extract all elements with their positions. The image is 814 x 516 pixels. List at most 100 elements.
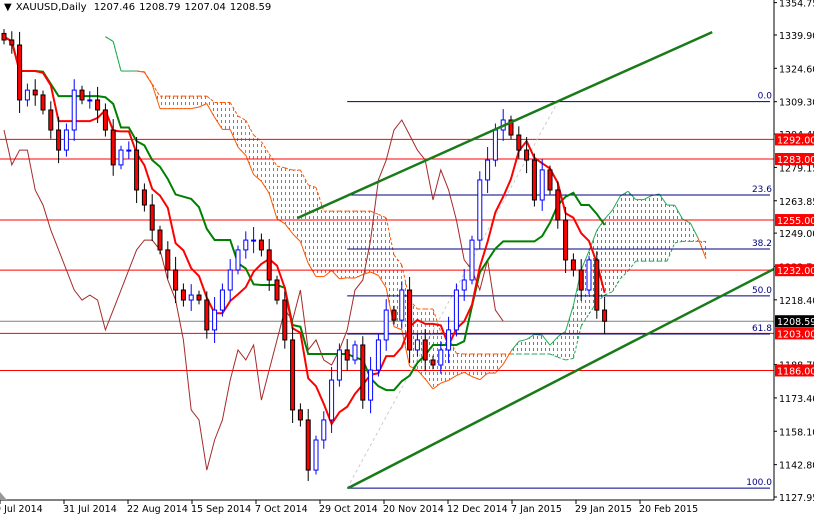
bearish-candle (274, 279, 280, 301)
bearish-candle (524, 149, 530, 161)
cloud-segment (456, 353, 465, 376)
bearish-candle (430, 359, 436, 366)
bullish-candle (329, 379, 335, 421)
bearish-candle (258, 239, 264, 251)
bullish-candle (219, 289, 225, 311)
bearish-candle (110, 129, 116, 166)
close-value: 1208.59 (229, 2, 272, 13)
cloud-segment (651, 193, 660, 262)
bearish-candle (407, 289, 413, 351)
bullish-candle (336, 349, 342, 381)
price-tick-label: 1218.40 (779, 296, 814, 307)
level-price-tag: 1186.00 (777, 366, 814, 377)
bearish-candle (578, 269, 584, 291)
date-tick-label: 20 Feb 2015 (639, 504, 698, 515)
bearish-candle (266, 249, 272, 281)
price-tick-label: 1127.95 (779, 493, 814, 504)
level-price-tag: 1203.00 (777, 329, 814, 340)
trendline (296, 30, 713, 220)
dropdown-triangle-icon[interactable]: ▼ (4, 2, 12, 13)
cloud-segment (542, 335, 550, 354)
fib-level-label: 23.6 (752, 185, 772, 195)
date-tick-label: 20 Nov 2014 (383, 504, 444, 515)
bearish-candle (32, 89, 38, 96)
bullish-candle (586, 259, 592, 291)
price-tick-label: 1173.40 (779, 394, 814, 405)
price-tick-label: 1249.00 (779, 229, 814, 240)
bearish-candle (422, 339, 428, 361)
bullish-candle (399, 289, 405, 321)
price-tick-label: 1324.60 (779, 64, 814, 75)
bearish-candle (547, 169, 553, 191)
bullish-candle (446, 329, 452, 351)
bullish-candle (368, 369, 374, 401)
bullish-candle (375, 339, 381, 371)
bearish-candle (196, 294, 202, 301)
bullish-candle (243, 239, 249, 251)
bullish-candle (87, 99, 93, 102)
fib-level-label: 61.8 (752, 324, 772, 334)
price-tick-label: 1309.30 (779, 98, 814, 109)
senkou-span-b (143, 71, 153, 85)
bearish-candle (9, 39, 15, 46)
cloud-segment (635, 199, 644, 262)
cloud-segment (362, 211, 371, 275)
cloud-segment (370, 211, 379, 276)
bearish-candle (360, 344, 366, 401)
cloud-segment (355, 211, 363, 279)
bearish-candle (516, 134, 522, 151)
cloud-segment (183, 96, 192, 109)
cloud-segment (612, 196, 621, 292)
price-tick-label: 1142.80 (779, 461, 814, 472)
bullish-candle (414, 339, 420, 351)
date-tick-label: 22 Aug 2014 (127, 504, 188, 515)
cloud-segment (628, 191, 636, 272)
bullish-candle (212, 309, 218, 331)
bearish-candle (297, 409, 303, 421)
cloud-segment (160, 96, 168, 109)
cloud-segment (667, 205, 675, 262)
bearish-candle (95, 99, 101, 111)
bearish-candle (1, 32, 7, 41)
cloud-segment (534, 334, 543, 354)
senkou-span-a (534, 333, 543, 336)
date-tick-label: 31 Jul 2014 (63, 504, 117, 515)
bullish-candle (126, 149, 132, 152)
cloud-segment (261, 141, 270, 194)
price-axis: 1354.751339.901324.601309.301294.451279.… (773, 0, 814, 516)
bearish-candle (570, 259, 576, 271)
bearish-candle (531, 159, 537, 201)
date-tick-label: 29 Jan 2015 (575, 504, 632, 515)
level-price-tag: 1283.00 (777, 155, 814, 166)
cloud-segment (292, 170, 301, 242)
open-value: 1207.46 (93, 2, 136, 13)
price-tick-label: 1263.85 (779, 197, 814, 208)
bullish-candle (188, 294, 194, 301)
cloud-segment (472, 353, 480, 380)
current-price-tag: 1208.59 (777, 317, 814, 328)
bearish-candle (594, 259, 600, 311)
fib-level-label: 38.2 (752, 239, 772, 249)
bullish-candle (477, 179, 483, 241)
bullish-candle (251, 239, 257, 242)
cloud-segment (284, 167, 293, 234)
cloud-segment (339, 211, 348, 279)
cloud-segment (316, 187, 324, 277)
date-tick-label: 15 Sep 2014 (191, 504, 251, 515)
time-axis: 9 Jul 2014 31 Jul 2014 22 Aug 201415 Sep 2… (0, 492, 774, 515)
bearish-candle (344, 349, 350, 361)
price-chart[interactable]: 0.0 23.6 38.2 50.0 61.8 100.0 1354.75 1339.90 1… (0, 0, 814, 516)
cloud-segment (214, 102, 223, 130)
bullish-candle (321, 419, 327, 441)
bearish-candle (282, 299, 288, 341)
bearish-candle (141, 189, 147, 206)
bullish-candle (235, 249, 241, 271)
level-price-tag: 1255.00 (777, 216, 814, 227)
bearish-candle (204, 299, 210, 331)
chart-window: 0.0 23.6 38.2 50.0 61.8 100.0 1354.75 1339.90 1… (0, 0, 814, 516)
chart-header: ▼ XAUUSD,Daily 1207.46 1208.79 1207.04 1208.… (4, 2, 275, 13)
bullish-candle (453, 289, 459, 331)
low-value: 1207.04 (184, 2, 226, 13)
bearish-candle (563, 219, 569, 261)
cloud-segment (222, 102, 231, 130)
